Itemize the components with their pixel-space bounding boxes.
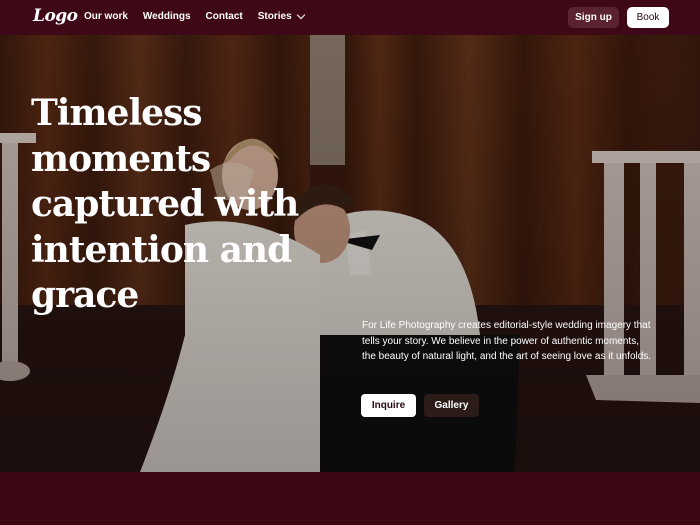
nav-link-weddings[interactable]: Weddings [143,11,191,22]
hero-description: For Life Photography creates editorial-s… [362,320,652,362]
nav-link-contact[interactable]: Contact [206,11,243,22]
navbar: Logo Our work Weddings Contact Stories S… [0,0,700,35]
gallery-button[interactable]: Gallery [424,394,479,417]
hero-title: Timeless moments captured with intention… [31,92,299,316]
page: Logo Our work Weddings Contact Stories S… [0,0,700,525]
inquire-button[interactable]: Inquire [361,394,416,417]
nav-link-our-work[interactable]: Our work [84,11,128,22]
signup-button[interactable]: Sign up [568,7,619,28]
nav-links: Our work Weddings Contact Stories [84,10,319,22]
logo[interactable]: Logo [33,6,78,26]
hero-section: Timeless moments captured with intention… [0,35,700,472]
nav-link-stories-label: Stories [257,11,292,22]
nav-link-stories[interactable]: Stories [257,10,305,22]
bottom-band [0,472,700,525]
chevron-down-icon [296,10,305,20]
book-button[interactable]: Book [627,7,669,28]
